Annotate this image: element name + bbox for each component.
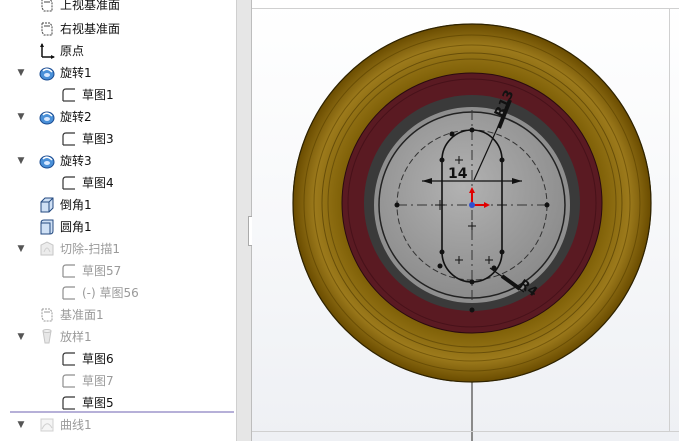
sweep-cut-icon [38,240,56,258]
graphics-viewport[interactable]: 14 R13 R4 [252,0,679,441]
sketch-icon [60,86,78,104]
tree-item-label: 基准面1 [60,308,104,322]
tree-item[interactable]: 圆角1 [0,216,236,238]
sketch-icon [60,350,78,368]
tree-item[interactable]: 草图57 [0,260,236,282]
plane-icon [38,0,56,14]
tree-item[interactable]: 草图1 [0,84,236,106]
tree-item-label: 上视基准面 [60,0,121,12]
viewport-frame-bottom [252,431,679,432]
tree-item-label: 曲线1 [60,418,92,432]
tree-item-label: (-) 草图56 [82,286,139,300]
tree-item-label: 旋转2 [60,110,92,124]
tree-item[interactable]: 原点 [0,40,236,62]
tree-item-label: 草图3 [82,132,114,146]
tree-item-label: 放样1 [60,330,92,344]
tree-item-label: 草图57 [82,264,122,278]
tree-item[interactable]: ▼ 旋转1 [0,62,236,84]
revolve-icon [38,108,56,126]
viewport-frame-right [669,8,670,432]
tree-item[interactable]: 草图6 [0,348,236,370]
tree-item-label: 草图5 [82,396,114,410]
tree-item-label: 原点 [60,44,85,58]
tree-item-label: 草图4 [82,176,114,190]
sketch-icon [60,372,78,390]
tree-item-label: 草图6 [82,352,114,366]
tree-item[interactable]: 上视基准面 [0,0,236,16]
tree-item-label: 倒角1 [60,198,92,212]
expand-arrow-icon[interactable]: ▼ [16,156,26,166]
tree-item-label: 旋转3 [60,154,92,168]
sketch-icon [60,284,78,302]
tree-item[interactable]: 右视基准面 [0,18,236,40]
expand-arrow-icon[interactable]: ▼ [16,244,26,254]
tree-item[interactable]: 草图7 [0,370,236,392]
expand-arrow-icon[interactable]: ▼ [16,332,26,342]
tree-item-label: 圆角1 [60,220,92,234]
expand-arrow-icon[interactable]: ▼ [16,112,26,122]
plane-icon [38,306,56,324]
revolve-icon [38,152,56,170]
origin-icon [38,42,56,60]
revolve-icon [38,64,56,82]
tree-item-label: 旋转1 [60,66,92,80]
tree-item-label: 草图1 [82,88,114,102]
sketch-icon [60,394,78,412]
tree-item[interactable]: ▼ 曲线1 [0,414,236,436]
expand-arrow-icon[interactable]: ▼ [16,420,26,430]
tree-item[interactable]: 倒角1 [0,194,236,216]
tree-item-label: 草图7 [82,374,114,388]
tree-item-label: 切除-扫描1 [60,242,120,256]
chamfer-icon [38,196,56,214]
tree-item[interactable]: ▼ 旋转2 [0,106,236,128]
feature-manager-tree: 上视基准面右视基准面原点 ▼ 旋转1 草图1 ▼ 旋转2 草图3 ▼ 旋转3 草图4 倒角1 圆角1 ▼… [0,0,236,441]
sketch-icon [60,262,78,280]
tree-item[interactable]: ▼ 旋转3 [0,150,236,172]
curve-icon [38,416,56,434]
model-view-svg: 14 R13 R4 [292,23,652,441]
sketch-icon [60,174,78,192]
tree-selection-line [10,411,234,413]
viewport-frame-top [252,8,679,9]
tree-item[interactable]: ▼ 放样1 [0,326,236,348]
tree-item[interactable]: 草图3 [0,128,236,150]
dimension-width-text: 14 [448,166,468,182]
tree-item[interactable]: (-) 草图56 [0,282,236,304]
tree-item-label: 右视基准面 [60,22,121,36]
loft-icon [38,328,56,346]
plane-icon [38,20,56,38]
sketch-icon [60,130,78,148]
expand-arrow-icon[interactable]: ▼ [16,68,26,78]
tree-item[interactable]: ▼ 切除-扫描1 [0,238,236,260]
tree-item[interactable]: 基准面1 [0,304,236,326]
fillet-icon [38,218,56,236]
origin-point-icon [469,202,475,208]
tree-item[interactable]: 草图4 [0,172,236,194]
